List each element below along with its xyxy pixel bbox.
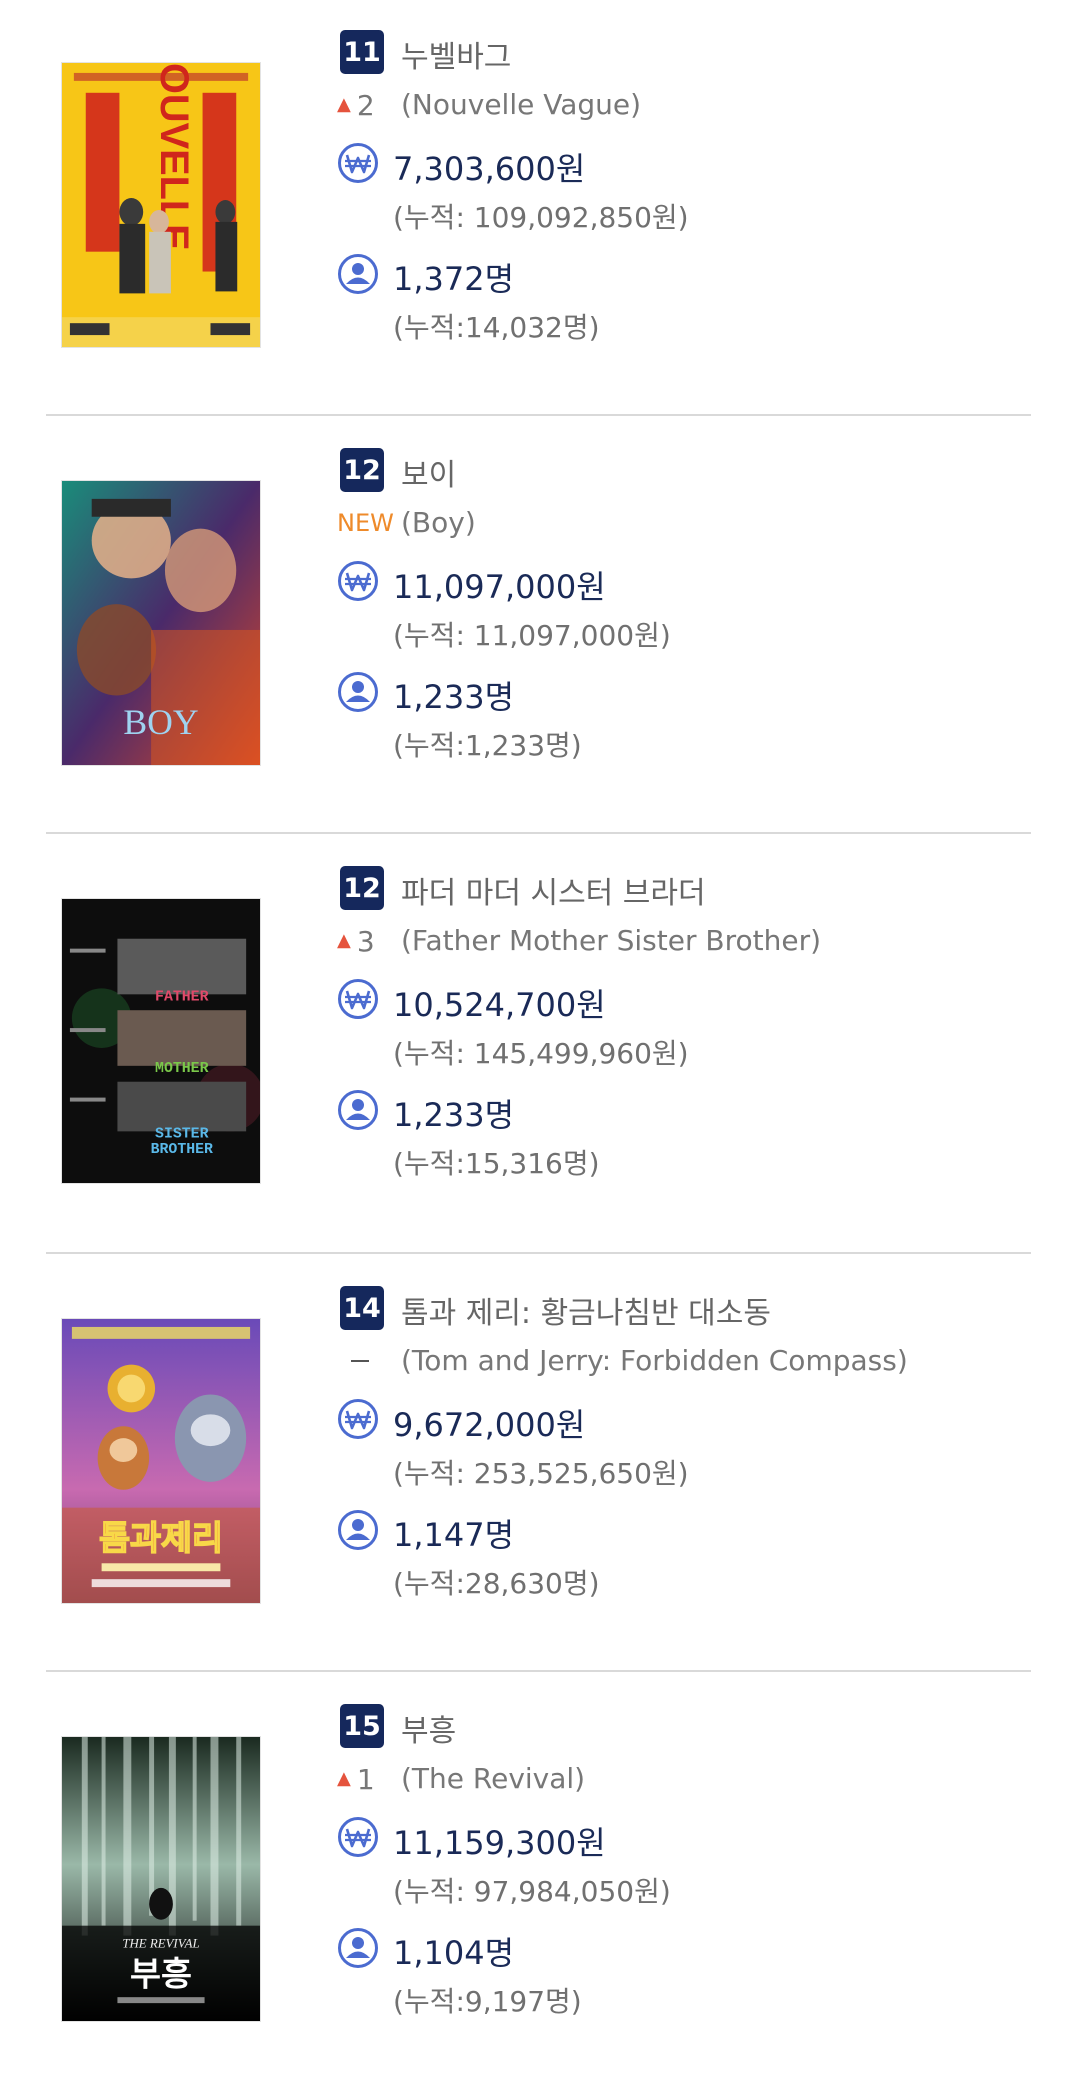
- rank-change: NEW: [337, 506, 397, 540]
- divider: [46, 1670, 1031, 1672]
- tom-and-jerry-poster[interactable]: 톰과제리: [61, 1318, 261, 1604]
- daily-audience: 1,372명: [393, 260, 515, 298]
- movie-item[interactable]: FATHER MOTHER SISTER BROTHER 12 파더 마더 시스…: [0, 836, 1079, 1216]
- daily-audience: 1,147명: [393, 1516, 515, 1554]
- cumulative-sales: (누적: 11,097,000원): [393, 619, 671, 652]
- svg-text:톰과제리: 톰과제리: [99, 1518, 223, 1557]
- no-change-dash-icon: [351, 1360, 369, 1362]
- divider: [46, 832, 1031, 834]
- person-icon: [337, 671, 379, 713]
- movie-title-en: (The Revival): [401, 1762, 586, 1795]
- movie-title-ko[interactable]: 누벨바그: [401, 32, 511, 76]
- father-mother-sister-brother-poster[interactable]: FATHER MOTHER SISTER BROTHER: [61, 898, 261, 1184]
- the-revival-poster[interactable]: THE REVIVAL 부흥: [61, 1736, 261, 2022]
- movie-title-en: (Boy): [401, 506, 476, 539]
- cumulative-sales: (누적: 97,984,050원): [393, 1875, 671, 1908]
- won-icon: [337, 560, 379, 602]
- cumulative-sales: (누적: 253,525,650원): [393, 1457, 689, 1490]
- movie-item[interactable]: THE REVIVAL 부흥 15 부흥 ▲ 1 (The Revival) 1…: [0, 1674, 1079, 2054]
- daily-sales: 11,159,300원: [393, 1824, 606, 1862]
- nouvelle-vague-poster[interactable]: NOUVELLE: [61, 62, 261, 348]
- rank-badge: 14: [340, 1286, 384, 1330]
- movie-title-en: (Father Mother Sister Brother): [401, 924, 822, 957]
- daily-audience: 1,104명: [393, 1934, 515, 1972]
- cumulative-audience: (누적:28,630명): [393, 1567, 600, 1600]
- divider: [46, 1252, 1031, 1254]
- movie-item[interactable]: 톰과제리 14 톰과 제리: 황금나침반 대소동 (Tom and Jerry:…: [0, 1256, 1079, 1636]
- daily-audience: 1,233명: [393, 1096, 515, 1134]
- daily-sales: 11,097,000원: [393, 568, 606, 606]
- rank-change-value: 1: [356, 1762, 375, 1796]
- daily-sales: 9,672,000원: [393, 1406, 586, 1444]
- divider: [46, 414, 1031, 416]
- rank-change: ▲ 3: [337, 924, 397, 958]
- movie-title-en: (Nouvelle Vague): [401, 88, 642, 121]
- svg-text:THE REVIVAL: THE REVIVAL: [122, 1937, 199, 1951]
- cumulative-sales: (누적: 145,499,960원): [393, 1037, 689, 1070]
- arrow-up-icon: ▲: [337, 94, 351, 115]
- svg-text:부흥: 부흥: [130, 1954, 192, 1993]
- won-icon: [337, 142, 379, 184]
- rank-change-value: 3: [356, 924, 375, 958]
- arrow-up-icon: ▲: [337, 930, 351, 951]
- svg-text:SISTER: SISTER: [155, 1126, 209, 1142]
- movie-title-ko[interactable]: 톰과 제리: 황금나침반 대소동: [401, 1288, 771, 1332]
- arrow-up-icon: ▲: [337, 1768, 351, 1789]
- cumulative-audience: (누적:1,233명): [393, 729, 582, 762]
- svg-text:BROTHER: BROTHER: [151, 1142, 213, 1158]
- won-icon: [337, 1398, 379, 1440]
- rank-change: [337, 1344, 397, 1378]
- daily-sales: 7,303,600원: [393, 150, 586, 188]
- rank-badge: 15: [340, 1704, 384, 1748]
- movie-title-en: (Tom and Jerry: Forbidden Compass): [401, 1344, 908, 1377]
- person-icon: [337, 253, 379, 295]
- boy-poster[interactable]: BOY: [61, 480, 261, 766]
- person-icon: [337, 1509, 379, 1551]
- daily-audience: 1,233명: [393, 678, 515, 716]
- svg-text:MOTHER: MOTHER: [155, 1061, 209, 1077]
- svg-text:FATHER: FATHER: [155, 989, 209, 1005]
- rank-change-value: 2: [356, 88, 375, 122]
- rank-badge: 11: [340, 30, 384, 74]
- movie-title-ko[interactable]: 보이: [401, 450, 456, 494]
- svg-text:BOY: BOY: [123, 702, 198, 742]
- daily-sales: 10,524,700원: [393, 986, 606, 1024]
- movie-title-ko[interactable]: 파더 마더 시스터 브라더: [401, 868, 706, 912]
- won-icon: [337, 1816, 379, 1858]
- movie-item[interactable]: NOUVELLE 11 누벨바그 ▲ 2 (Nouvelle Vague) 7,…: [0, 0, 1079, 380]
- movie-title-ko[interactable]: 부흥: [401, 1706, 456, 1750]
- cumulative-audience: (누적:14,032명): [393, 311, 600, 344]
- rank-badge: 12: [340, 866, 384, 910]
- rank-change: ▲ 2: [337, 88, 397, 122]
- person-icon: [337, 1927, 379, 1969]
- rank-badge: 12: [340, 448, 384, 492]
- cumulative-sales: (누적: 109,092,850원): [393, 201, 689, 234]
- cumulative-audience: (누적:15,316명): [393, 1147, 600, 1180]
- won-icon: [337, 978, 379, 1020]
- movie-item[interactable]: BOY 12 보이 NEW (Boy) 11,097,000원 (누적: 11,…: [0, 418, 1079, 798]
- cumulative-audience: (누적:9,197명): [393, 1985, 582, 2018]
- person-icon: [337, 1089, 379, 1131]
- rank-change: ▲ 1: [337, 1762, 397, 1796]
- new-badge: NEW: [337, 509, 394, 537]
